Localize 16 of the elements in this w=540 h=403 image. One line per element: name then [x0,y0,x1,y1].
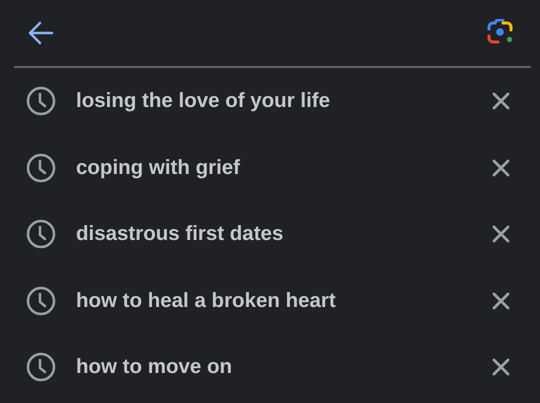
search-history-item[interactable]: how to heal a broken heart [76,288,492,313]
remove-button[interactable] [492,92,510,110]
search-history-item[interactable]: coping with grief [76,156,492,180]
search-history-item[interactable]: losing the love of your life [76,89,492,114]
back-button[interactable] [28,21,54,45]
remove-button[interactable] [492,358,510,376]
remove-button[interactable] [492,292,510,310]
history-clock-icon [26,152,56,183]
history-clock-icon [26,219,56,250]
remove-button[interactable] [492,225,510,244]
history-clock-icon [26,286,56,316]
search-history-item[interactable]: how to move on [76,355,492,380]
history-clock-icon [26,352,56,382]
remove-button[interactable] [492,158,510,177]
search-history-item[interactable]: disastrous first dates [76,222,492,246]
history-clock-icon [26,86,56,116]
